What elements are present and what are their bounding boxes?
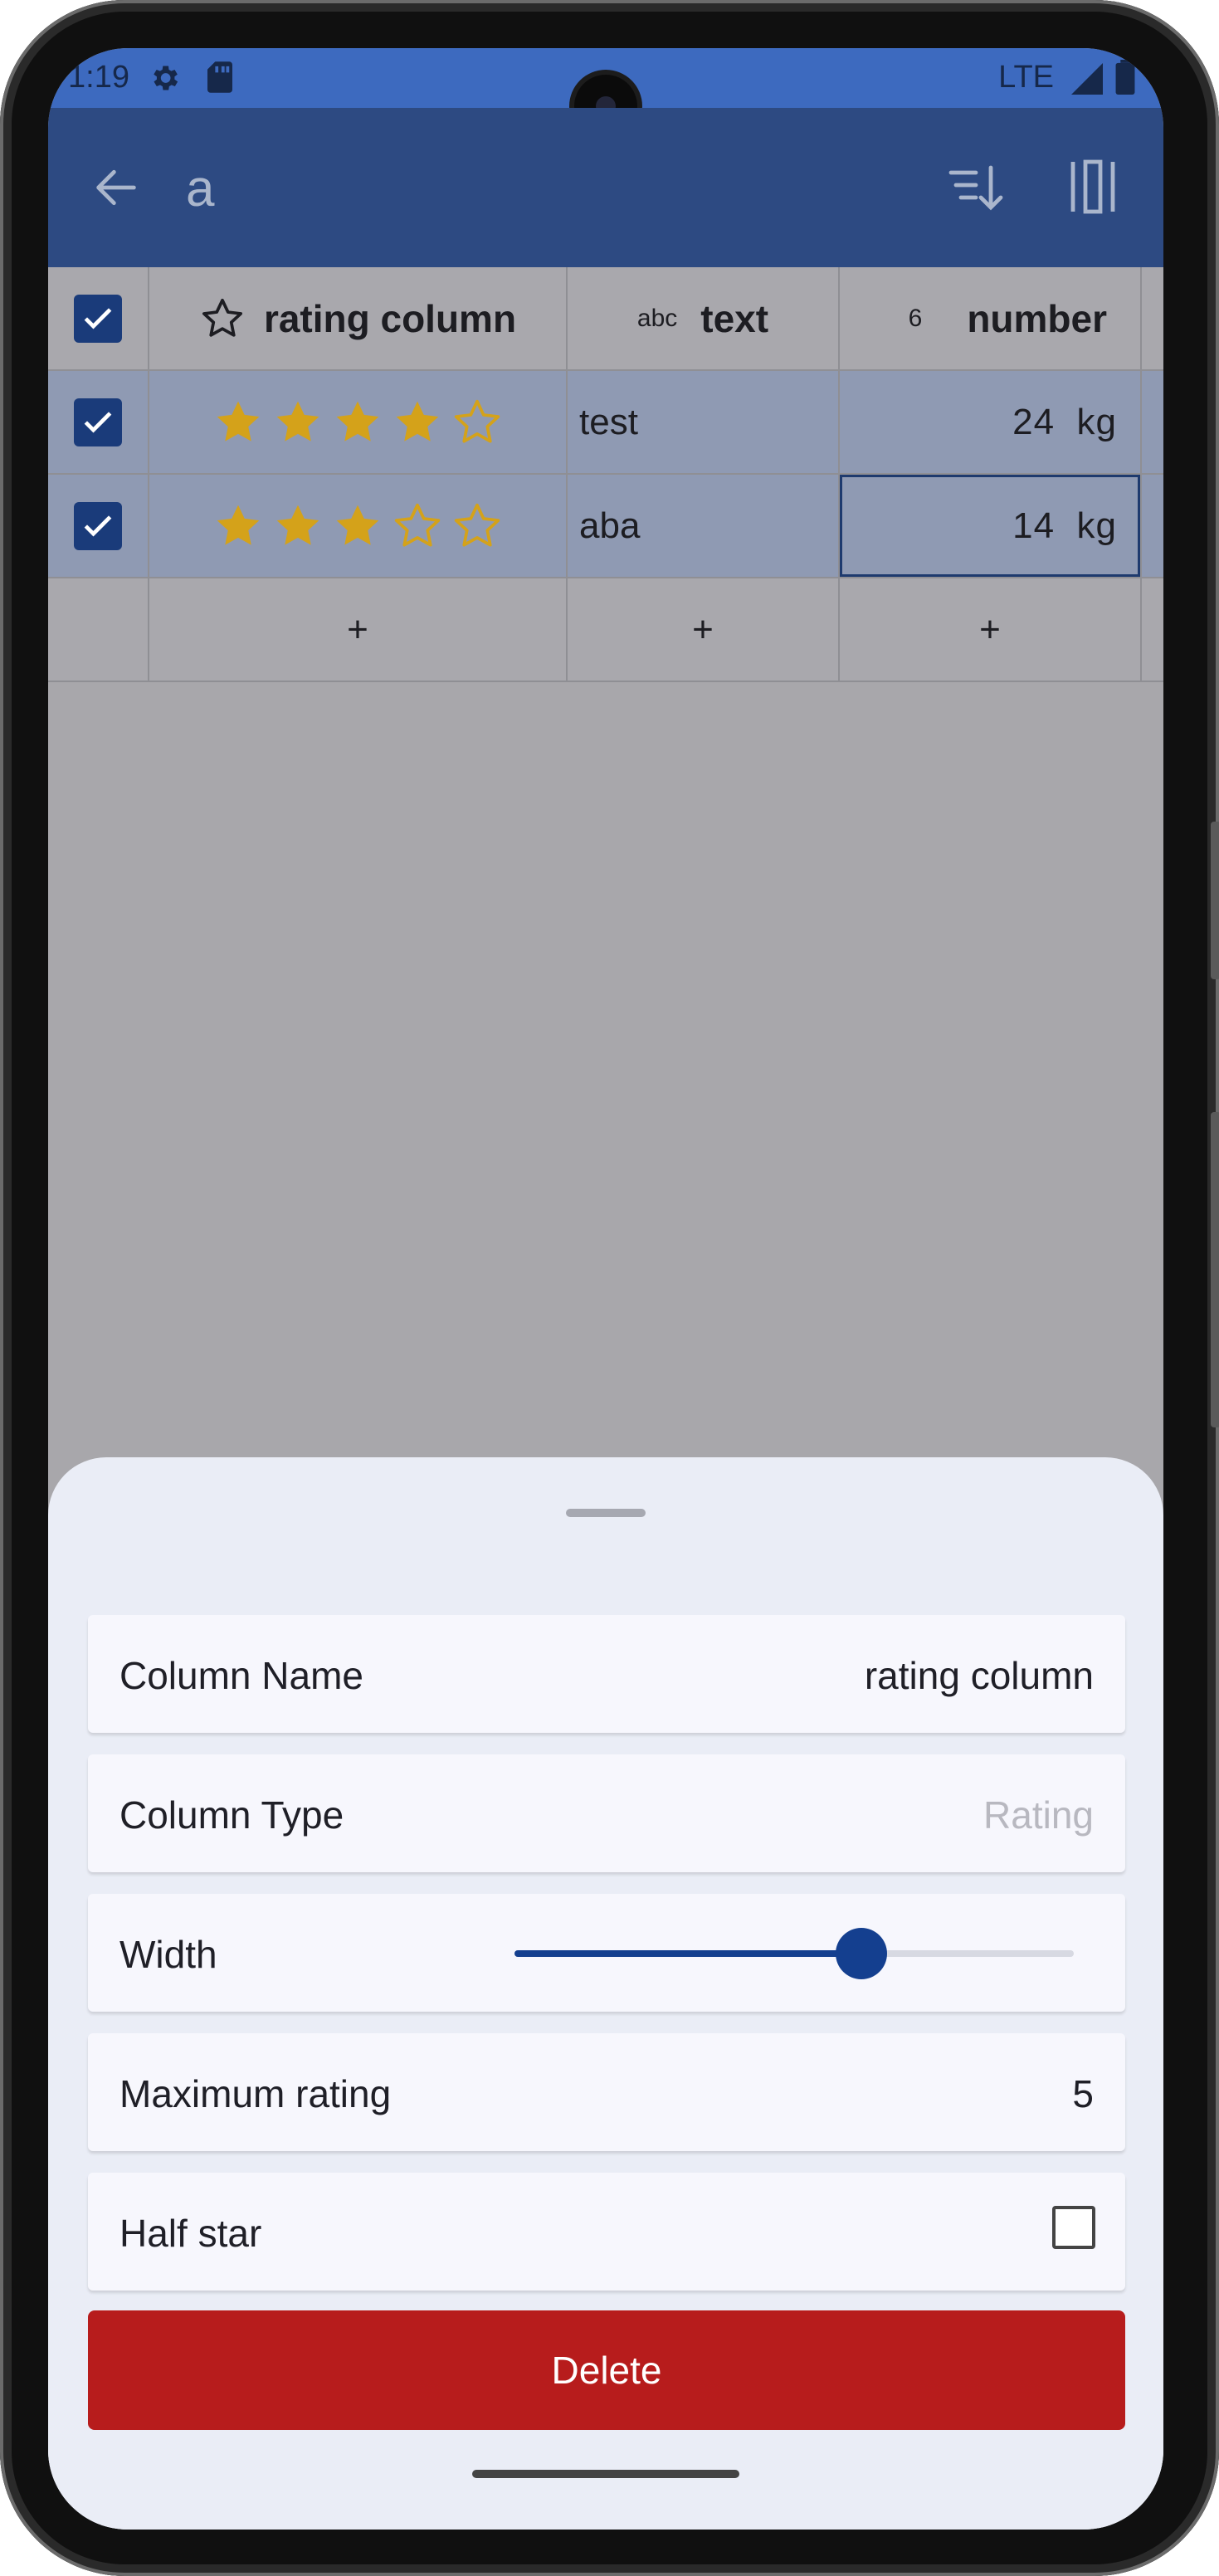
row-checkbox[interactable] (74, 398, 122, 446)
column-header-text[interactable]: abc text (568, 267, 840, 369)
phone-frame: 1:19 LTE a rating column abc text 6 numb… (0, 0, 1219, 2576)
table-row[interactable]: test 24 kg (48, 371, 1163, 475)
number-cell[interactable]: 24 kg (840, 371, 1142, 473)
select-all-cell (48, 267, 149, 369)
rating-cell[interactable] (149, 475, 568, 577)
star-filled-icon[interactable] (391, 396, 444, 449)
plus-icon: + (979, 608, 1001, 650)
column-header-label: number (967, 296, 1107, 340)
table-edge (1142, 475, 1163, 577)
back-arrow-icon[interactable] (90, 161, 143, 214)
star-filled-icon[interactable] (331, 500, 384, 553)
max-rating-value[interactable]: 5 (1072, 2071, 1094, 2116)
column-type-value: Rating (983, 1793, 1094, 1837)
max-rating-field[interactable]: Maximum rating 5 (88, 2033, 1125, 2151)
star-outline-icon (202, 298, 242, 337)
table-header-row: rating column abc text 6 number (48, 267, 1163, 371)
table-row[interactable]: aba 14 kg (48, 475, 1163, 578)
text-cell[interactable]: aba (568, 475, 840, 577)
star-filled-icon[interactable] (212, 500, 265, 553)
column-header-label: rating column (263, 296, 517, 340)
add-rating-button[interactable]: + (149, 578, 568, 681)
cell-number: 24 kg (1012, 401, 1117, 442)
app-bar: a (48, 108, 1163, 267)
table-edge (1142, 371, 1163, 473)
row-checkbox[interactable] (74, 501, 122, 550)
star-empty-icon[interactable] (391, 500, 444, 553)
cell-number: 14 kg (1012, 505, 1117, 546)
number-icon: 6 (908, 304, 923, 332)
volume-button (1211, 822, 1219, 979)
abc-icon: abc (636, 304, 678, 332)
check-icon (84, 307, 112, 329)
drag-handle[interactable] (566, 1509, 646, 1517)
gesture-nav-bar (48, 2450, 1163, 2530)
text-cell[interactable]: test (568, 371, 840, 473)
column-type-label: Column Type (119, 1793, 344, 1837)
sd-card-icon (207, 61, 232, 93)
cell-text: test (579, 401, 638, 442)
rating-cell[interactable] (149, 371, 568, 473)
home-indicator[interactable] (472, 2470, 739, 2478)
star-rating (212, 396, 504, 449)
plus-icon: + (347, 608, 368, 650)
status-time: 1:19 (68, 60, 129, 95)
width-label: Width (119, 1933, 217, 1976)
select-all-checkbox[interactable] (74, 294, 122, 343)
slider-thumb[interactable] (835, 1928, 887, 1979)
star-filled-icon[interactable] (331, 396, 384, 449)
check-icon (84, 515, 112, 537)
signal-icon (1071, 63, 1103, 95)
half-star-field[interactable]: Half star (88, 2173, 1125, 2291)
column-name-field[interactable]: Column Name rating column (88, 1615, 1125, 1733)
check-icon (84, 411, 112, 433)
battery-icon (1115, 60, 1135, 95)
half-star-checkbox[interactable] (1052, 2206, 1095, 2249)
slider-fill (514, 1950, 861, 1957)
row-select-cell (48, 475, 149, 577)
plus-icon: + (692, 608, 714, 650)
data-table: rating column abc text 6 number test 24 … (48, 267, 1163, 682)
column-name-label: Column Name (119, 1654, 363, 1697)
table-edge (1142, 267, 1163, 369)
add-row: + + + (48, 578, 1163, 682)
table-edge (1142, 578, 1163, 681)
sort-icon[interactable] (946, 158, 1006, 217)
star-filled-icon[interactable] (271, 500, 324, 553)
star-empty-icon[interactable] (451, 500, 504, 553)
page-title: a (186, 160, 215, 217)
add-text-button[interactable]: + (568, 578, 840, 681)
column-header-number[interactable]: 6 number (840, 267, 1142, 369)
add-row-spacer (48, 578, 149, 681)
star-rating (212, 500, 504, 553)
star-filled-icon[interactable] (212, 396, 265, 449)
delete-button[interactable]: Delete (88, 2310, 1125, 2430)
cell-text: aba (579, 505, 641, 546)
column-header-label: text (700, 296, 769, 340)
network-type: LTE (998, 60, 1054, 95)
column-header-rating[interactable]: rating column (149, 267, 568, 369)
star-empty-icon[interactable] (451, 396, 504, 449)
star-filled-icon[interactable] (271, 396, 324, 449)
column-settings-sheet: Column Name rating column Column Type Ra… (48, 1457, 1163, 2530)
max-rating-label: Maximum rating (119, 2072, 392, 2115)
power-button (1211, 1112, 1219, 1427)
screen: 1:19 LTE a rating column abc text 6 numb… (48, 48, 1163, 2530)
number-cell-selected[interactable]: 14 kg (840, 475, 1142, 577)
width-field: Width (88, 1894, 1125, 2012)
column-name-value[interactable]: rating column (865, 1653, 1094, 1698)
width-slider[interactable] (514, 1928, 1074, 1979)
half-star-label: Half star (119, 2212, 262, 2255)
columns-icon[interactable] (1067, 159, 1119, 214)
row-select-cell (48, 371, 149, 473)
add-number-button[interactable]: + (840, 578, 1142, 681)
column-type-field[interactable]: Column Type Rating (88, 1754, 1125, 1872)
gear-icon (154, 66, 178, 90)
